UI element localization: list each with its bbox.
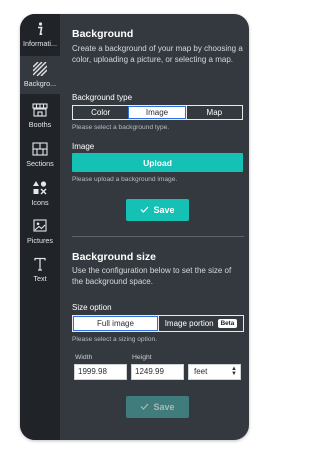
background-title: Background (72, 28, 134, 40)
height-input[interactable]: 1249.99 (131, 364, 184, 380)
check-icon (140, 205, 149, 215)
image-label: Image (72, 142, 95, 151)
text-icon (20, 254, 60, 274)
info-icon (20, 19, 60, 39)
type-option-image[interactable]: Image (128, 106, 186, 119)
size-option-full-image[interactable]: Full image (73, 316, 158, 331)
section-divider (72, 236, 244, 237)
type-option-map[interactable]: Map (185, 106, 242, 119)
background-type-help: Please select a background type. (72, 124, 170, 131)
height-label: Height (132, 354, 152, 361)
background-description: Create a background of your map by choos… (72, 44, 243, 64)
save-label: Save (153, 205, 175, 215)
sidebar-item-label: Icons (31, 198, 49, 207)
editor-panel: Informati... Backgro... Booths Sections (20, 14, 249, 440)
background-size-description: Use the configuration below to set the s… (72, 266, 232, 286)
check-icon (140, 402, 149, 412)
unit-select[interactable]: feet ▲ ▼ (188, 364, 241, 380)
background-size-title: Background size (72, 251, 157, 263)
beta-badge: Beta (217, 319, 238, 328)
sidebar-item-icons[interactable]: Icons (20, 175, 60, 213)
width-label: Width (75, 354, 93, 361)
type-option-color[interactable]: Color (73, 106, 128, 119)
sidebar-item-label: Pictures (27, 236, 53, 245)
sidebar-item-label: Backgro... (23, 79, 57, 88)
sidebar-item-label: Text (33, 274, 47, 283)
sidebar-item-booths[interactable]: Booths (20, 97, 60, 135)
width-input[interactable]: 1999.98 (74, 364, 127, 380)
background-type-selector: Color Image Map (72, 105, 243, 120)
picture-icon (20, 216, 60, 236)
size-option-image-portion[interactable]: Image portion Beta (158, 316, 243, 331)
sidebar-item-text[interactable]: Text (20, 251, 60, 289)
save-background-button[interactable]: Save (126, 199, 189, 221)
upload-button[interactable]: Upload (72, 153, 243, 172)
save-label: Save (153, 402, 175, 412)
background-type-label: Background type (72, 93, 133, 102)
sections-icon (20, 139, 60, 159)
unit-value: feet (194, 367, 208, 376)
sidebar-item-label: Sections (26, 159, 54, 168)
size-option-label: Size option (72, 303, 112, 312)
size-option-label-text: Image portion (164, 319, 214, 328)
save-size-button[interactable]: Save (126, 396, 189, 418)
size-option-selector: Full image Image portion Beta (72, 315, 244, 332)
sidebar-item-sections[interactable]: Sections (20, 136, 60, 174)
sidebar-item-label: Booths (28, 120, 52, 129)
upload-help: Please upload a background image. (72, 176, 178, 183)
sidebar-item-background[interactable]: Backgro... (20, 56, 60, 94)
updown-chevron-icon: ▲ ▼ (231, 366, 237, 377)
sidebar-item-label: Informati... (23, 39, 57, 48)
booths-icon (20, 100, 60, 120)
size-option-help: Please select a sizing option. (72, 336, 158, 343)
hatch-pattern-icon (20, 59, 60, 79)
sidebar-item-pictures[interactable]: Pictures (20, 213, 60, 251)
sidebar-item-information[interactable]: Informati... (20, 16, 60, 54)
sidebar: Informati... Backgro... Booths Sections (20, 14, 60, 440)
shapes-icon (20, 178, 60, 198)
